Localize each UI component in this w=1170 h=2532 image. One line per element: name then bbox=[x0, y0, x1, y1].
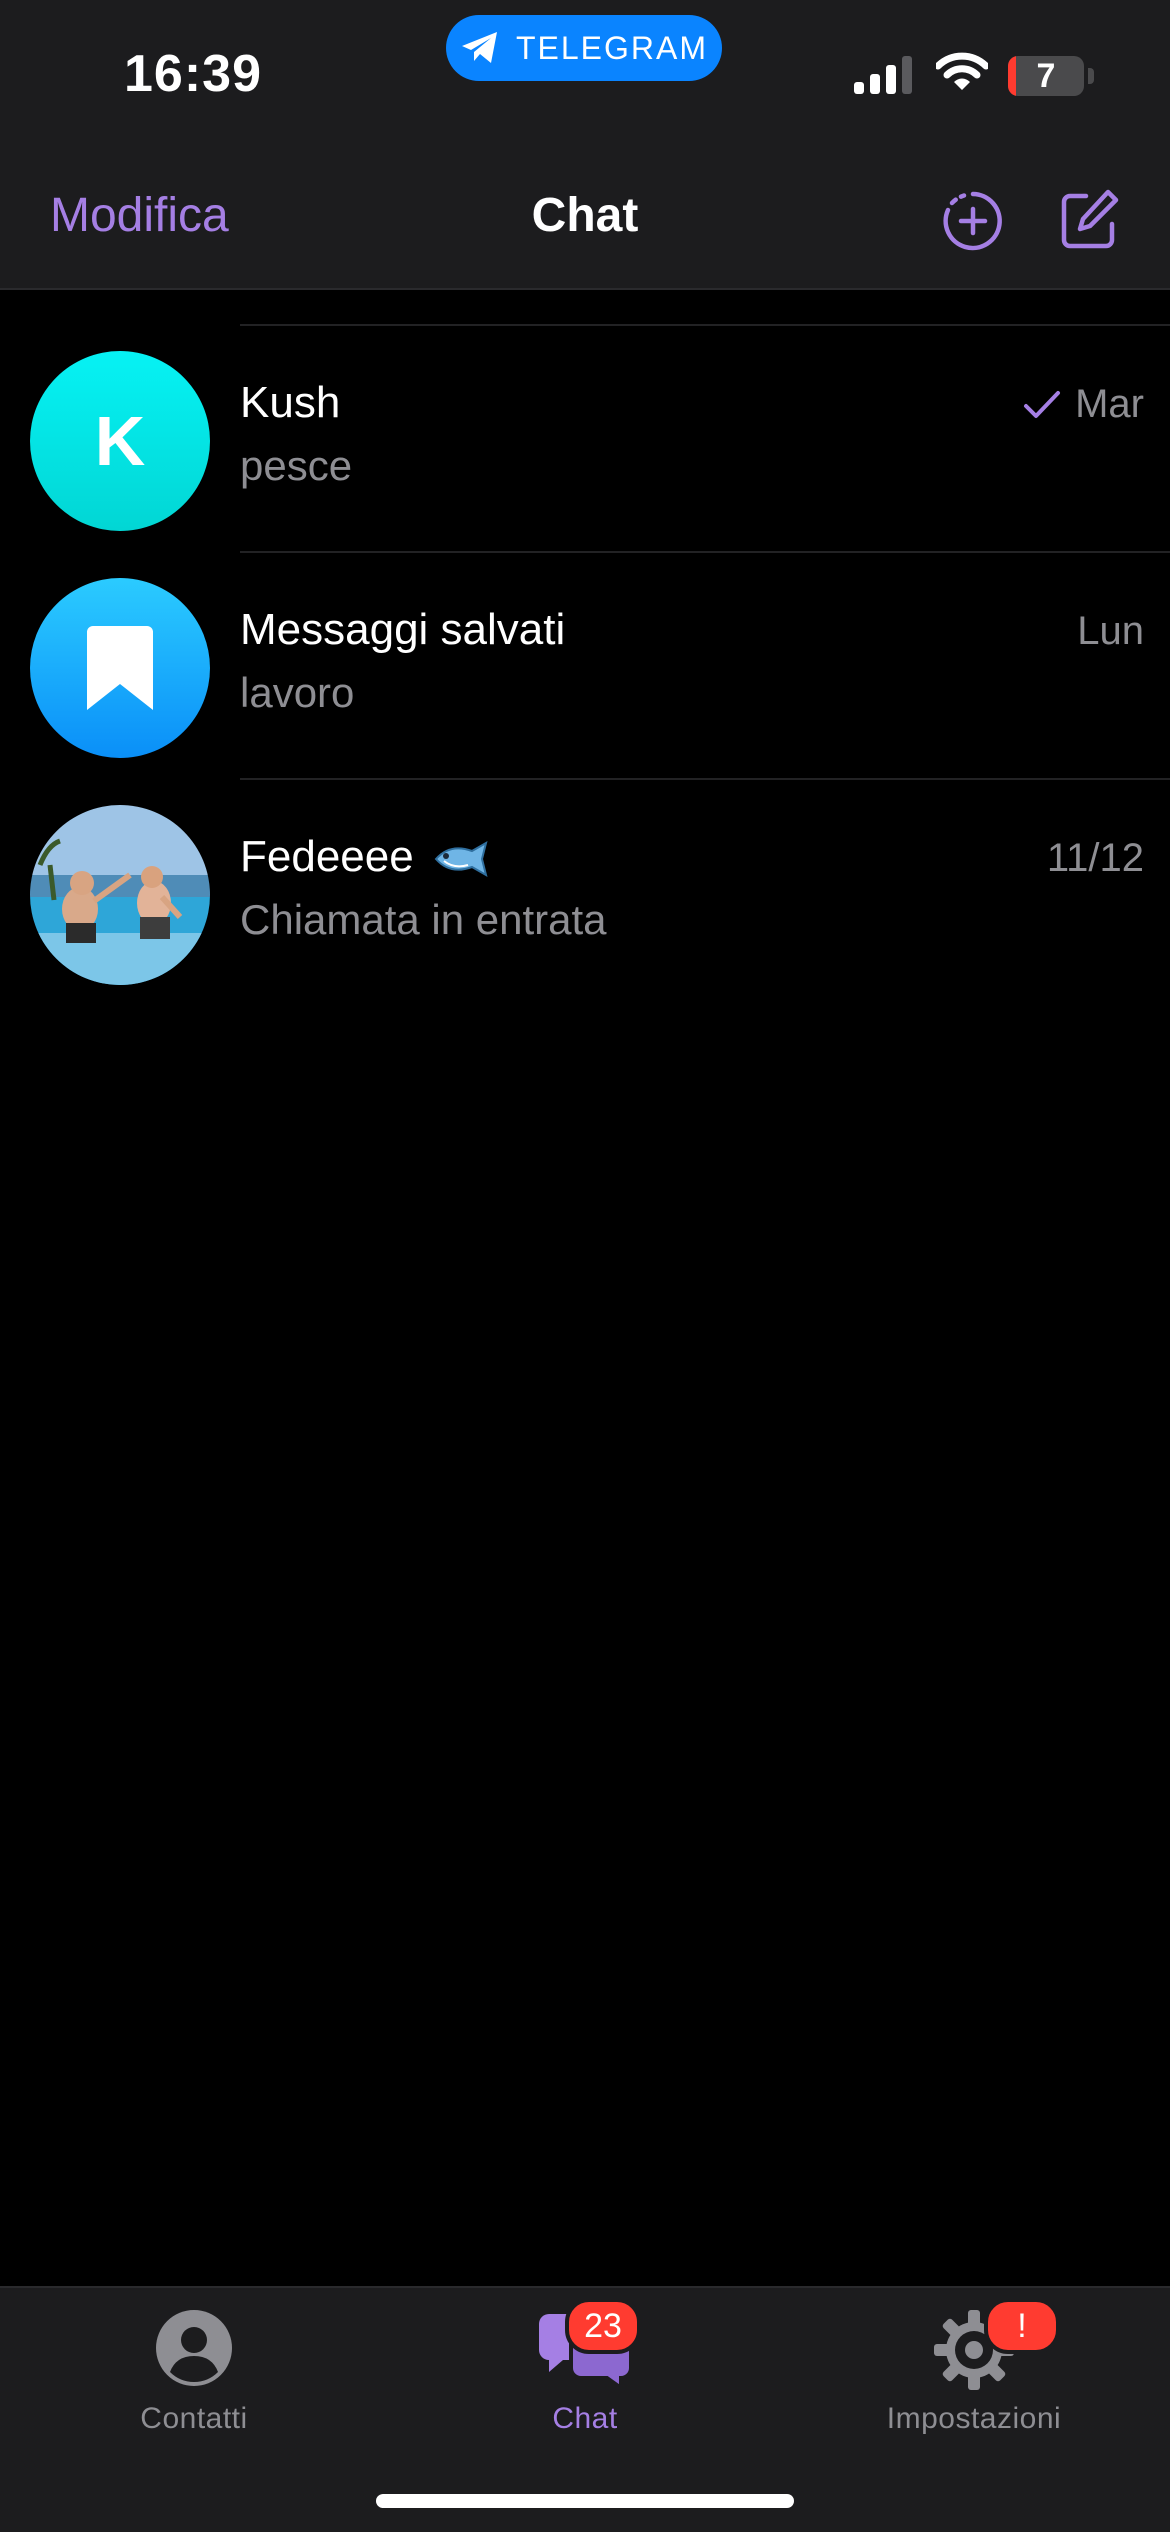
avatar-letter: K bbox=[94, 402, 146, 480]
chat-name: Kush bbox=[240, 378, 341, 427]
contacts-person-icon bbox=[156, 2310, 232, 2386]
chat-date-wrap: 11/12 bbox=[1047, 836, 1144, 881]
chat-date-wrap: Lun bbox=[1077, 609, 1144, 654]
photo-avatar bbox=[30, 805, 210, 985]
return-to-app-pill[interactable]: TELEGRAM bbox=[446, 15, 722, 81]
bookmark-icon bbox=[87, 626, 153, 710]
wifi-icon bbox=[936, 52, 988, 90]
edit-button[interactable]: Modifica bbox=[50, 188, 229, 243]
chat-date: 11/12 bbox=[1046, 836, 1144, 880]
battery-indicator: 7 bbox=[1008, 56, 1084, 96]
chat-preview: lavoro bbox=[240, 669, 355, 716]
chat-row-saved-messages[interactable]: Messaggi salvati lavoro Lun bbox=[0, 553, 1170, 780]
telegram-plane-icon bbox=[461, 32, 497, 63]
read-check-icon bbox=[1024, 390, 1061, 418]
new-story-button[interactable] bbox=[942, 190, 1004, 252]
chats-unread-badge: 23 bbox=[565, 2298, 641, 2354]
chat-row-fedeeee[interactable]: Fedeeee Chiamata in entrata 11/12 bbox=[0, 780, 1170, 1007]
chat-name: Fedeeee bbox=[240, 832, 414, 881]
tab-contacts-label: Contatti bbox=[140, 2402, 248, 2435]
chat-date: Lun bbox=[1077, 609, 1144, 653]
fish-icon bbox=[434, 841, 488, 878]
tab-contacts[interactable]: Contatti bbox=[44, 2298, 344, 2468]
chat-name: Messaggi salvati bbox=[240, 605, 566, 654]
settings-alert-badge: ! bbox=[984, 2298, 1060, 2354]
chat-list: K Kush pesce Mar Messaggi salvati lavoro… bbox=[0, 288, 1170, 2286]
tab-chats-label: Chat bbox=[552, 2402, 618, 2435]
home-indicator[interactable] bbox=[376, 2494, 794, 2508]
tab-settings-label: Impostazioni bbox=[886, 2402, 1062, 2435]
chat-preview: Chiamata in entrata bbox=[240, 896, 607, 943]
photo-avatar-image bbox=[30, 805, 210, 985]
tab-bar: Contatti 23 Chat ! Impostazioni bbox=[0, 2286, 1170, 2532]
battery-tip bbox=[1088, 68, 1094, 84]
chat-preview: pesce bbox=[240, 442, 353, 489]
app-pill-label: TELEGRAM bbox=[515, 29, 709, 66]
cellular-signal-icon bbox=[854, 56, 912, 94]
battery-percent: 7 bbox=[1036, 57, 1056, 95]
tab-settings[interactable]: ! Impostazioni bbox=[824, 2298, 1124, 2468]
status-time: 16:39 bbox=[124, 45, 262, 103]
chat-date: Mar bbox=[1075, 382, 1144, 426]
top-header: 16:39 TELEGRAM 7 Modifica Chat bbox=[0, 0, 1170, 290]
tab-chats[interactable]: 23 Chat bbox=[435, 2298, 735, 2468]
chat-name-wrap: Fedeeee bbox=[240, 832, 490, 882]
chat-row-kush[interactable]: K Kush pesce Mar bbox=[0, 326, 1170, 553]
chat-date-wrap: Mar bbox=[1023, 382, 1144, 427]
avatar-kush: K bbox=[30, 351, 210, 531]
avatar-saved-messages bbox=[30, 578, 210, 758]
page-title: Chat bbox=[531, 189, 639, 242]
compose-button[interactable] bbox=[1058, 188, 1122, 250]
